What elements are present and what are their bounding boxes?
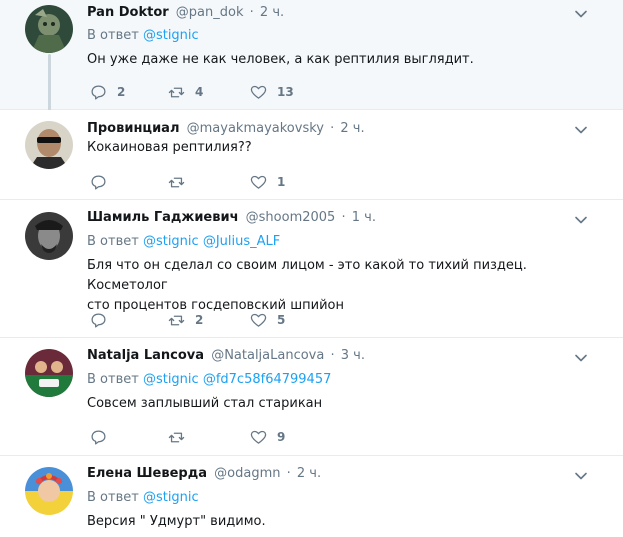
like-icon bbox=[250, 429, 267, 446]
like-button[interactable]: 5 bbox=[250, 310, 285, 330]
retweet-icon bbox=[168, 84, 185, 101]
tweet-header: Natalja Lancova @NataljaLancova · 3 ч. bbox=[87, 347, 365, 365]
like-icon bbox=[250, 174, 267, 191]
tweet-text: Версия " Удмурт" видимо. bbox=[87, 514, 266, 529]
tweet-text: Совсем заплывший стал старикан bbox=[87, 396, 323, 411]
chevron-down-icon[interactable] bbox=[574, 469, 588, 483]
author-name[interactable]: Natalja Lancova bbox=[87, 348, 204, 363]
reply-prefix: В ответ bbox=[87, 490, 139, 505]
retweet-icon bbox=[168, 429, 185, 446]
reply-prefix: В ответ bbox=[87, 28, 139, 43]
avatar[interactable] bbox=[25, 212, 73, 260]
mention-link[interactable]: @stignic bbox=[143, 372, 199, 387]
tweet-elena[interactable]: Елена Шеверда @odagmn · 2 ч. В ответ @st… bbox=[0, 456, 623, 537]
tweet-text-line: Бля что он сделал со своим лицом - это к… bbox=[87, 258, 527, 293]
chevron-down-icon[interactable] bbox=[574, 7, 588, 21]
timestamp[interactable]: 1 ч. bbox=[352, 210, 376, 225]
tweet-provincial[interactable]: Провинциал @mayakmayakovsky · 2 ч. Кокаи… bbox=[0, 110, 623, 200]
mention-link[interactable]: @stignic bbox=[143, 28, 199, 43]
mention-link[interactable]: @Julius_ALF bbox=[203, 234, 280, 249]
reply-icon bbox=[90, 429, 107, 446]
timestamp[interactable]: 2 ч. bbox=[297, 466, 321, 481]
retweet-button[interactable] bbox=[168, 172, 195, 192]
retweet-count: 2 bbox=[195, 313, 204, 327]
like-icon bbox=[250, 84, 267, 101]
reply-count: 2 bbox=[117, 85, 126, 99]
like-button[interactable]: 13 bbox=[250, 82, 294, 102]
tweet-natalja[interactable]: Natalja Lancova @NataljaLancova · 3 ч. В… bbox=[0, 338, 623, 456]
like-count: 5 bbox=[277, 313, 286, 327]
author-name[interactable]: Провинциал bbox=[87, 121, 179, 136]
reply-icon bbox=[90, 312, 107, 329]
reply-prefix: В ответ bbox=[87, 372, 139, 387]
reply-icon bbox=[90, 174, 107, 191]
thread-line bbox=[48, 54, 51, 118]
separator-dot: · bbox=[286, 466, 291, 481]
reply-button[interactable]: 2 bbox=[90, 82, 125, 102]
chevron-down-icon[interactable] bbox=[574, 123, 588, 137]
separator-dot: · bbox=[330, 348, 335, 363]
tweet-text: Бля что он сделал со своим лицом - это к… bbox=[87, 256, 597, 316]
reply-context: В ответ @stignic bbox=[87, 489, 199, 507]
author-name[interactable]: Pan Doktor bbox=[87, 5, 169, 20]
avatar[interactable] bbox=[25, 5, 73, 53]
tweet-pan-doktor[interactable]: Pan Doktor @pan_dok · 2 ч. В ответ @stig… bbox=[0, 0, 623, 118]
timestamp[interactable]: 3 ч. bbox=[341, 348, 365, 363]
mention-link[interactable]: @stignic bbox=[143, 234, 199, 249]
reply-button[interactable] bbox=[90, 310, 117, 330]
like-button[interactable]: 1 bbox=[250, 172, 285, 192]
retweet-icon bbox=[168, 312, 185, 329]
avatar[interactable] bbox=[25, 467, 73, 515]
timestamp[interactable]: 2 ч. bbox=[340, 121, 364, 136]
reply-button[interactable] bbox=[90, 427, 117, 447]
chevron-down-icon[interactable] bbox=[574, 213, 588, 227]
author-name[interactable]: Елена Шеверда bbox=[87, 466, 207, 481]
tweet-shamil[interactable]: Шамиль Гаджиевич @shoom2005 · 1 ч. В отв… bbox=[0, 200, 623, 338]
like-count: 1 bbox=[277, 175, 286, 189]
chevron-down-icon[interactable] bbox=[574, 351, 588, 365]
like-button[interactable]: 9 bbox=[250, 427, 285, 447]
mention-link[interactable]: @stignic bbox=[143, 490, 199, 505]
tweet-header: Елена Шеверда @odagmn · 2 ч. bbox=[87, 465, 321, 483]
separator-dot: · bbox=[341, 210, 346, 225]
reply-prefix: В ответ bbox=[87, 234, 139, 249]
tweet-text: Кокаиновая рептилия?? bbox=[87, 140, 252, 155]
retweet-icon bbox=[168, 174, 185, 191]
avatar[interactable] bbox=[25, 121, 73, 169]
separator-dot: · bbox=[249, 5, 254, 20]
like-icon bbox=[250, 312, 267, 329]
tweet-text-line: сто процентов госдеповский шпийон bbox=[87, 298, 344, 313]
author-handle[interactable]: @pan_dok bbox=[176, 5, 244, 20]
author-handle[interactable]: @mayakmayakovsky bbox=[187, 121, 324, 136]
mention-link[interactable]: @fd7c58f64799457 bbox=[203, 372, 332, 387]
reply-button[interactable] bbox=[90, 172, 117, 192]
avatar[interactable] bbox=[25, 349, 73, 397]
tweet-text: Он уже даже не как человек, а как рептил… bbox=[87, 52, 474, 67]
separator-dot: · bbox=[330, 121, 335, 136]
replies-feed: Pan Doktor @pan_dok · 2 ч. В ответ @stig… bbox=[0, 0, 623, 537]
retweet-button[interactable]: 4 bbox=[168, 82, 203, 102]
timestamp[interactable]: 2 ч. bbox=[260, 5, 284, 20]
tweet-header: Pan Doktor @pan_dok · 2 ч. bbox=[87, 4, 284, 22]
author-handle[interactable]: @shoom2005 bbox=[246, 210, 336, 225]
reply-context: В ответ @stignic @fd7c58f64799457 bbox=[87, 371, 331, 389]
author-handle[interactable]: @NataljaLancova bbox=[211, 348, 324, 363]
like-count: 9 bbox=[277, 430, 286, 444]
reply-context: В ответ @stignic @Julius_ALF bbox=[87, 233, 280, 251]
reply-context: В ответ @stignic bbox=[87, 27, 199, 45]
tweet-header: Шамиль Гаджиевич @shoom2005 · 1 ч. bbox=[87, 209, 376, 227]
retweet-button[interactable]: 2 bbox=[168, 310, 203, 330]
like-count: 13 bbox=[277, 85, 294, 99]
reply-icon bbox=[90, 84, 107, 101]
author-handle[interactable]: @odagmn bbox=[214, 466, 280, 481]
tweet-header: Провинциал @mayakmayakovsky · 2 ч. bbox=[87, 120, 365, 138]
retweet-count: 4 bbox=[195, 85, 204, 99]
retweet-button[interactable] bbox=[168, 427, 195, 447]
author-name[interactable]: Шамиль Гаджиевич bbox=[87, 210, 239, 225]
